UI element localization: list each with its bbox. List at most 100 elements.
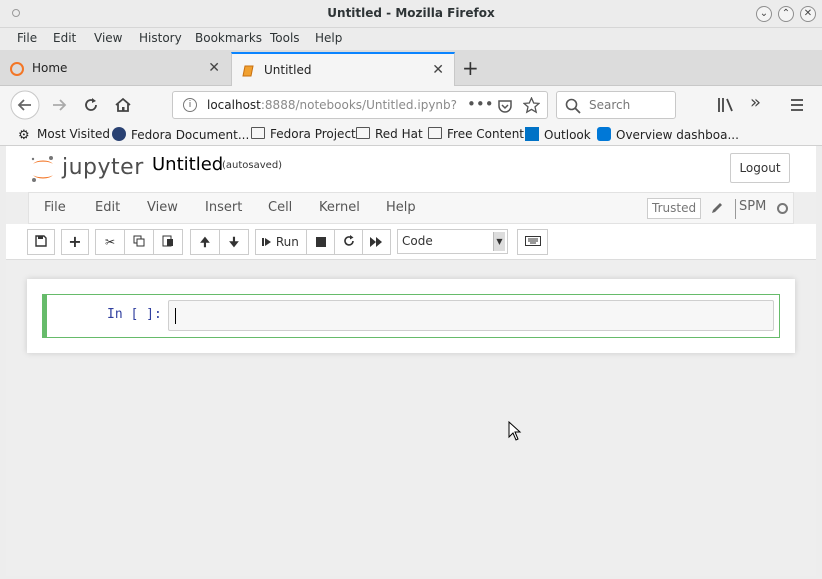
nb-menu-kernel[interactable]: Kernel	[319, 200, 360, 215]
restart-button[interactable]	[334, 229, 363, 255]
tab-label: Untitled	[264, 63, 312, 77]
restart-run-all-button[interactable]	[362, 229, 391, 255]
folder-icon	[251, 127, 265, 139]
nb-menu-view[interactable]: View	[147, 200, 178, 215]
code-cell[interactable]: In [ ]:	[42, 294, 780, 338]
paste-button[interactable]	[153, 229, 183, 255]
fedora-icon	[112, 127, 126, 141]
search-icon	[565, 98, 581, 114]
bookmark-overview-dashboard[interactable]: Overview dashboa...	[597, 127, 739, 142]
close-window-button[interactable]: ✕	[800, 6, 816, 22]
search-input[interactable]: Search	[556, 91, 676, 119]
jupyter-logo[interactable]: jupyter	[30, 152, 143, 186]
page-actions-icon[interactable]: •••	[467, 95, 494, 113]
url-text[interactable]: localhost:8888/notebooks/Untitled.ipynb?…	[207, 98, 457, 112]
bookmark-free-content[interactable]: Free Content	[428, 127, 524, 141]
pocket-icon[interactable]	[497, 98, 513, 114]
close-tab-icon[interactable]: ✕	[432, 62, 444, 78]
menu-help[interactable]: Help	[315, 31, 342, 45]
nb-menu-insert[interactable]: Insert	[205, 200, 242, 215]
cut-button[interactable]: ✂	[95, 229, 125, 255]
reload-button[interactable]	[82, 96, 100, 114]
save-button[interactable]	[27, 229, 55, 255]
paste-icon	[162, 235, 173, 247]
new-tab-button[interactable]: +	[462, 56, 479, 80]
forward-button[interactable]	[50, 96, 68, 114]
bookmark-outlook[interactable]: Outlook	[525, 127, 591, 142]
nb-menu-file[interactable]: File	[44, 200, 66, 215]
notebook-toolbar: + ✂ 🠉 🠋 Run Code ▼	[6, 224, 816, 260]
window-title: Untitled - Mozilla Firefox	[327, 6, 495, 20]
copy-button[interactable]	[124, 229, 154, 255]
autosave-status: (autosaved)	[222, 160, 283, 171]
menu-file[interactable]: File	[17, 31, 37, 45]
cell-type-select[interactable]: Code ▼	[397, 229, 508, 254]
tab-untitled[interactable]: Untitled ✕	[231, 52, 455, 87]
notebook-page: jupyter Untitled (autosaved) Logout File…	[6, 146, 816, 576]
insert-cell-button[interactable]: +	[61, 229, 89, 255]
notebook-container: In [ ]:	[27, 279, 795, 353]
restart-icon	[343, 235, 354, 246]
menu-history[interactable]: History	[139, 31, 182, 45]
menu-tools[interactable]: Tools	[270, 31, 300, 45]
bookmark-star-icon[interactable]	[523, 97, 540, 114]
site-info-icon[interactable]: i	[183, 98, 197, 112]
bookmark-most-visited[interactable]: ⚙ Most Visited	[18, 127, 110, 142]
overflow-menu-icon[interactable]: »	[750, 92, 761, 113]
library-icon[interactable]	[716, 96, 736, 114]
notebook-title[interactable]: Untitled	[152, 154, 223, 175]
menu-view[interactable]: View	[94, 31, 122, 45]
search-placeholder: Search	[589, 98, 631, 112]
mouse-pointer-icon	[508, 421, 522, 441]
menu-bookmarks[interactable]: Bookmarks	[195, 31, 262, 45]
menu-edit[interactable]: Edit	[53, 31, 76, 45]
bookmark-fedora-docs[interactable]: Fedora Document...	[112, 127, 249, 142]
kernel-divider	[735, 199, 736, 219]
bookmark-red-hat[interactable]: Red Hat	[356, 127, 423, 141]
keyboard-icon	[524, 236, 541, 246]
nb-menu-cell[interactable]: Cell	[268, 200, 292, 215]
minimize-button[interactable]: ⌄	[756, 6, 772, 22]
scissors-icon: ✂	[104, 235, 116, 249]
jupyter-header: jupyter Untitled (autosaved) Logout	[6, 146, 816, 192]
command-palette-button[interactable]	[517, 229, 548, 255]
kernel-name: SPM	[739, 199, 767, 214]
bookmarks-toolbar: ⚙ Most Visited Fedora Document... Fedora …	[0, 124, 822, 146]
outlook-icon	[525, 127, 539, 141]
nb-menu-edit[interactable]: Edit	[95, 200, 120, 215]
dropdown-arrow-icon: ▼	[493, 232, 505, 251]
gear-icon: ⚙	[18, 128, 30, 143]
tab-strip: Home ✕ Untitled ✕ +	[0, 50, 822, 87]
tab-home[interactable]: Home ✕	[0, 52, 230, 86]
arrow-up-icon: 🠉	[200, 235, 210, 249]
nb-menu-help[interactable]: Help	[386, 200, 416, 215]
interrupt-button[interactable]	[306, 229, 335, 255]
azure-devops-icon	[597, 127, 611, 141]
hamburger-menu-icon[interactable]	[788, 96, 806, 114]
home-button[interactable]	[114, 96, 132, 114]
jupyter-logo-icon	[31, 156, 53, 182]
step-forward-icon	[262, 238, 271, 246]
logout-button[interactable]: Logout	[730, 153, 790, 183]
maximize-button[interactable]: ⌃	[778, 6, 794, 22]
folder-icon	[356, 127, 370, 139]
save-icon	[35, 235, 47, 247]
close-tab-icon[interactable]: ✕	[208, 60, 220, 76]
navigation-toolbar: i localhost:8888/notebooks/Untitled.ipyn…	[0, 86, 822, 124]
stop-icon	[315, 237, 326, 247]
notebook-favicon-icon	[242, 65, 254, 77]
trusted-badge[interactable]: Trusted	[647, 198, 702, 219]
code-input[interactable]	[168, 300, 774, 331]
run-button[interactable]: Run	[255, 229, 307, 255]
url-bar[interactable]: i localhost:8888/notebooks/Untitled.ipyn…	[172, 91, 548, 119]
plus-icon: +	[68, 232, 82, 251]
move-up-button[interactable]: 🠉	[190, 229, 220, 255]
bookmark-fedora-project[interactable]: Fedora Project	[251, 127, 356, 141]
jupyter-favicon-icon	[10, 62, 24, 76]
back-button[interactable]	[10, 90, 40, 120]
jupyter-logo-text: jupyter	[62, 155, 144, 180]
folder-icon	[428, 127, 442, 139]
edit-pencil-icon[interactable]	[710, 201, 724, 215]
move-down-button[interactable]: 🠋	[219, 229, 249, 255]
input-prompt: In [ ]:	[107, 307, 162, 322]
